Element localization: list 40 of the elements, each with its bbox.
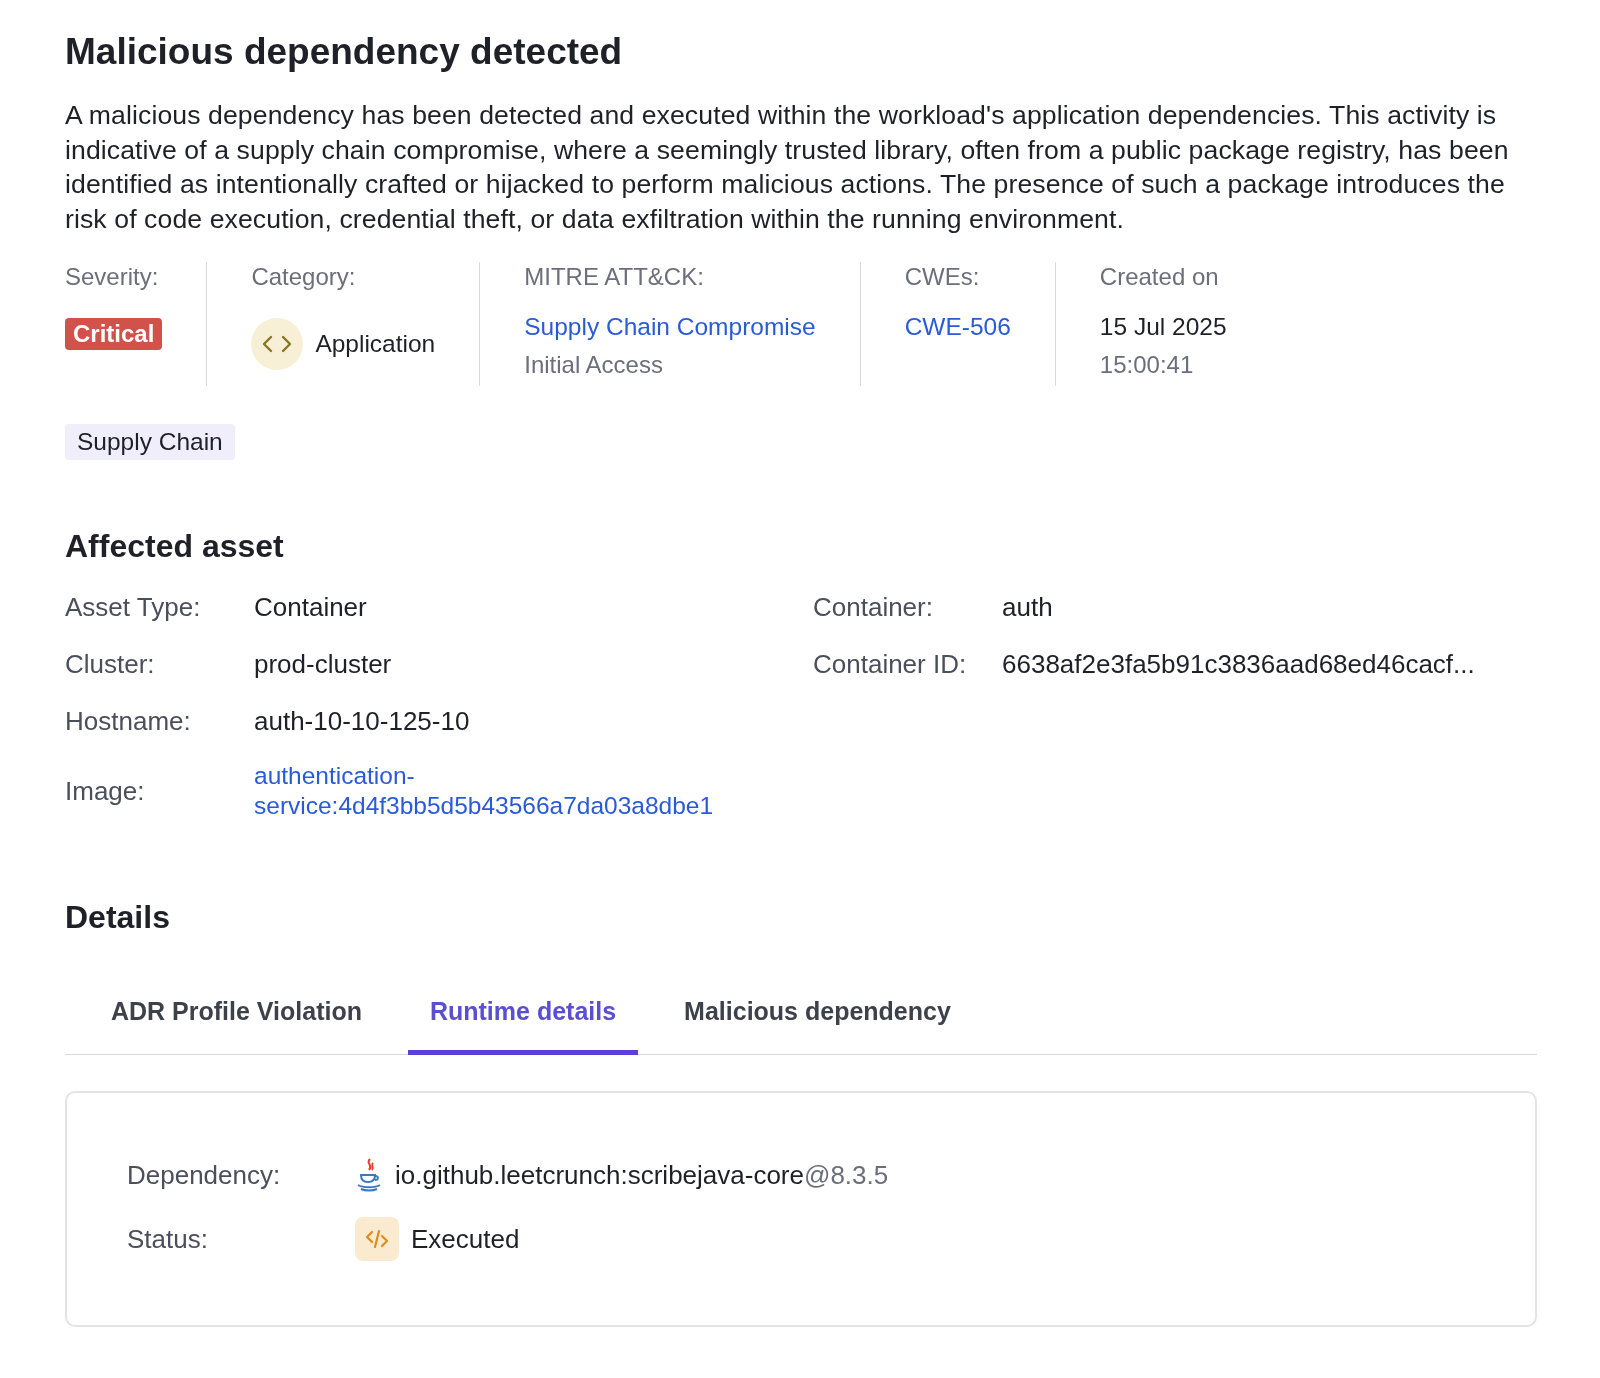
field-label: CWEs: bbox=[904, 262, 981, 292]
field-label: Container: bbox=[813, 591, 934, 624]
field-label: Status: bbox=[127, 1222, 209, 1256]
tab[interactable]: ADR Profile Violation bbox=[89, 981, 384, 1055]
field-label: Severity: bbox=[65, 262, 160, 292]
technique-link[interactable]: Supply Chain Compromise bbox=[524, 312, 816, 342]
alert-description: A malicious dependency has been detected and executed within the workload's application dependencies. This activity is indicative of a supply chain compromise, where a seemingly trusted library, often from a public package registry, has been identified as intentionally crafted or hijacked to perform malicious actions. The presence of such a package introduces the risk of code execution, credential theft, or data exfiltration within the running environment. bbox=[65, 99, 1510, 236]
tactic-text: Initial Access bbox=[524, 350, 664, 380]
created-date: 15 Jul 2025 bbox=[1099, 312, 1227, 342]
field-label: Created on bbox=[1099, 262, 1220, 292]
image-link[interactable]: authentication-service:4d4f3bb5d5b43566a7da03a8dbe1 bbox=[254, 761, 813, 821]
tag: Supply Chain bbox=[65, 424, 235, 460]
field-label: Dependency: bbox=[127, 1158, 282, 1192]
alert-title: Malicious dependency detected bbox=[65, 30, 624, 74]
field-value: auth-10-10-125-10 bbox=[254, 705, 471, 738]
dependency-version: @8.3.5 bbox=[804, 1158, 889, 1192]
code-icon bbox=[251, 318, 304, 370]
field-value: prod-cluster bbox=[254, 648, 393, 681]
field-value: Container bbox=[254, 591, 368, 624]
severity-badge: Critical bbox=[65, 318, 163, 350]
field-value: 6638af2e3fa5b91c3836aad68ed46cacf... bbox=[1002, 648, 1476, 681]
field-label: Image: bbox=[65, 775, 146, 808]
coffee-cup-icon bbox=[355, 1156, 383, 1193]
code-icon bbox=[355, 1216, 399, 1261]
cwe-link[interactable]: CWE-506 bbox=[904, 312, 1011, 342]
category-value: Application bbox=[315, 329, 436, 359]
tab[interactable]: Malicious dependency bbox=[662, 981, 973, 1055]
field-label: Category: bbox=[251, 262, 357, 292]
created-time: 15:00:41 bbox=[1099, 350, 1195, 380]
field-label: MITRE ATT&CK: bbox=[524, 262, 705, 292]
field-label: Container ID: bbox=[813, 648, 968, 681]
field-value: auth bbox=[1002, 591, 1054, 624]
tab[interactable]: Runtime details bbox=[407, 981, 639, 1055]
section-heading: Affected asset bbox=[65, 527, 285, 566]
field-label: Hostname: bbox=[65, 705, 192, 738]
field-label: Asset Type: bbox=[65, 591, 202, 624]
section-heading: Details bbox=[65, 898, 171, 937]
field-label: Cluster: bbox=[65, 648, 156, 681]
dependency-name: io.github.leetcrunch:scribejava-core bbox=[395, 1158, 804, 1192]
status-value: Executed bbox=[411, 1222, 520, 1256]
